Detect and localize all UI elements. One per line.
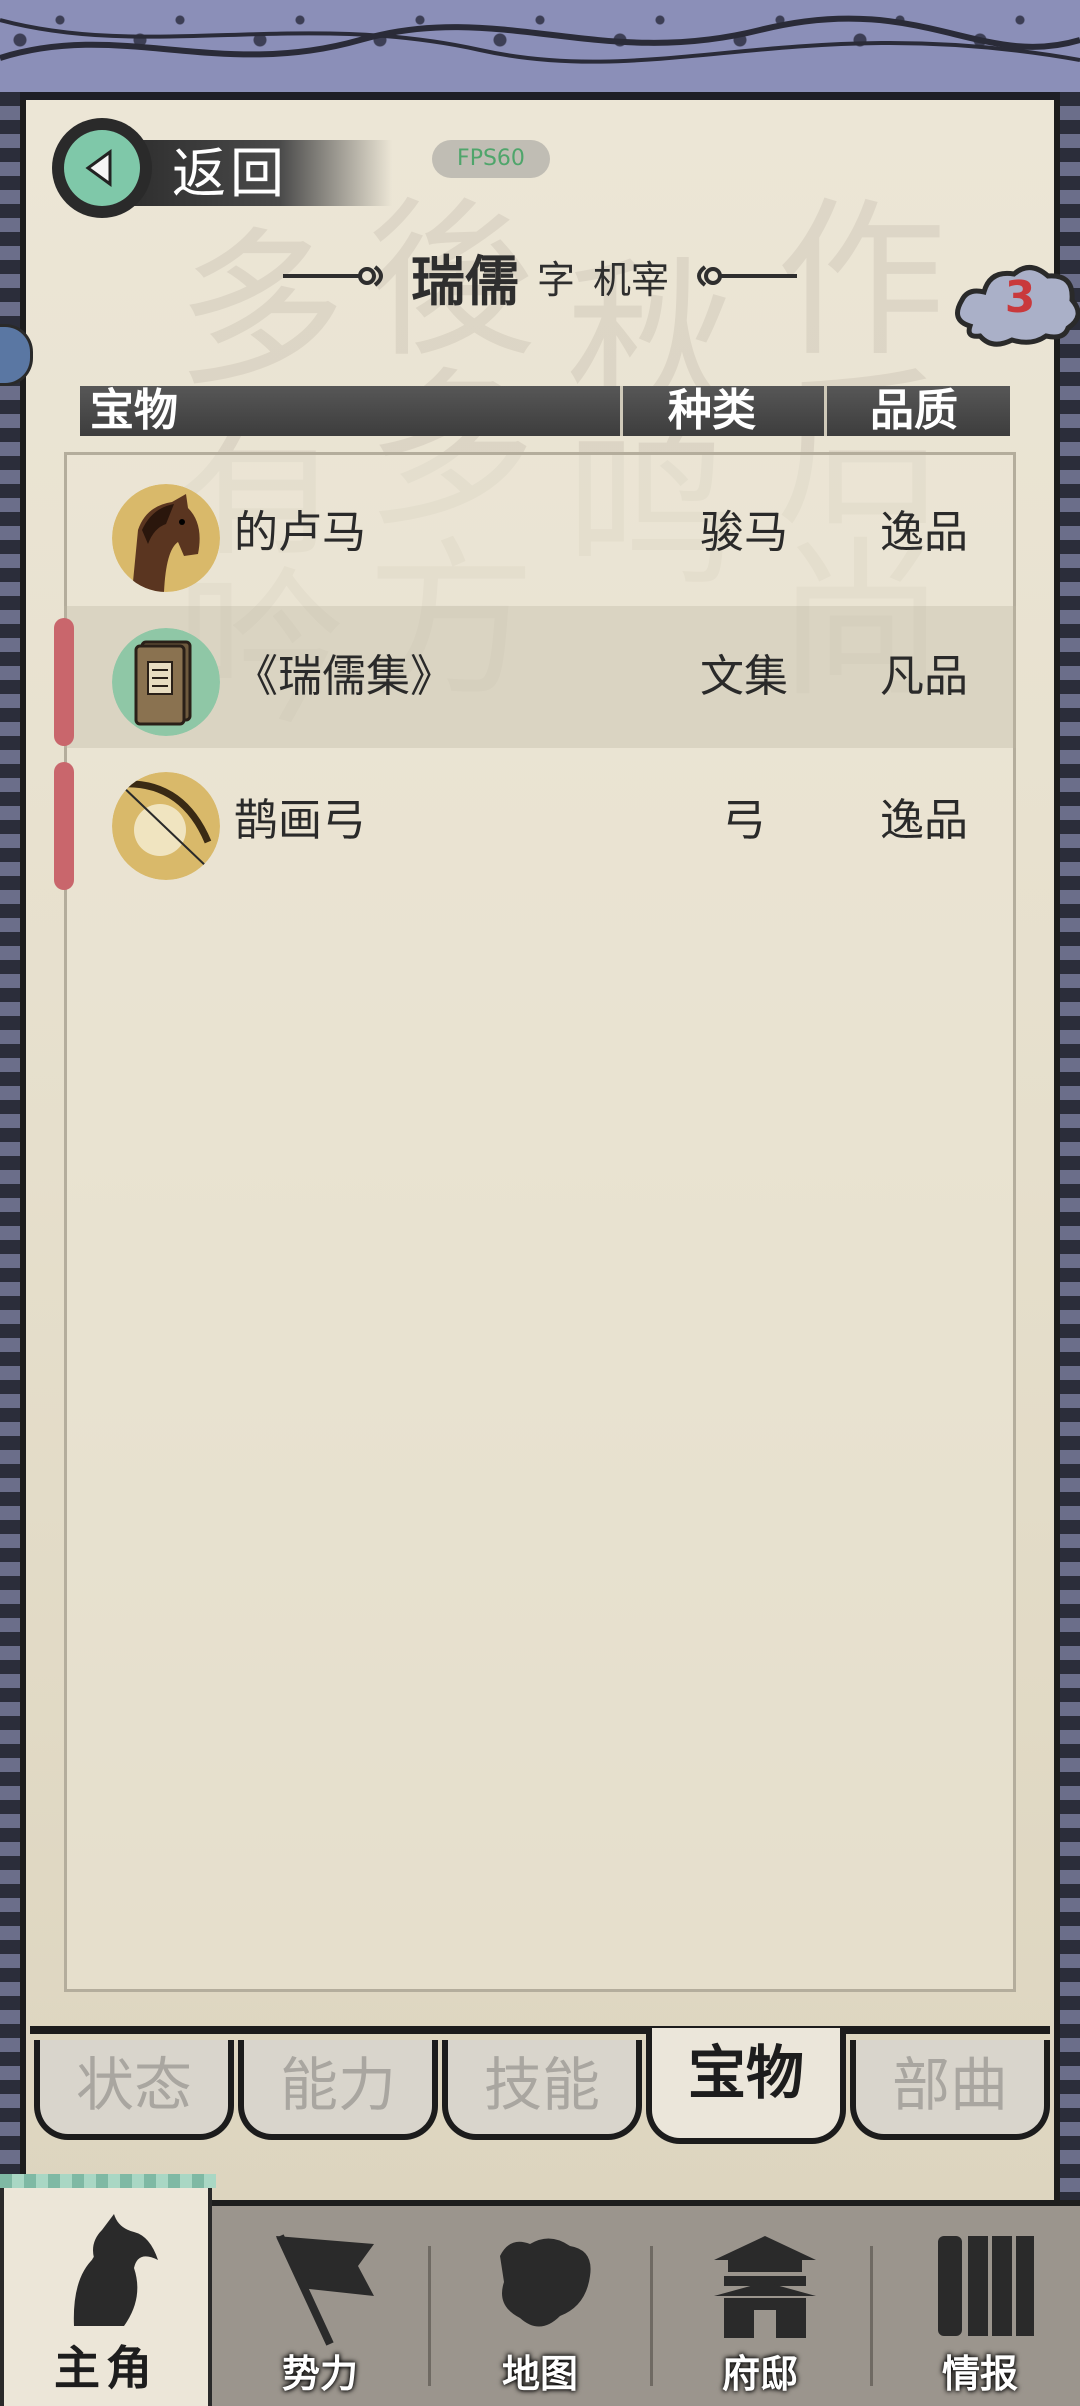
nav-divider bbox=[428, 2246, 431, 2386]
nav-intel-label: 情报 bbox=[941, 2352, 1018, 2396]
nav-map-label: 地图 bbox=[501, 2352, 578, 2396]
decorative-top-border bbox=[0, 0, 1080, 100]
map-icon bbox=[500, 2238, 591, 2327]
treasure-type: 骏马 bbox=[700, 507, 788, 558]
character-name: 瑞儒 bbox=[410, 249, 519, 313]
tab-abilities[interactable]: 能力 bbox=[238, 2040, 438, 2140]
courtesy-prefix: 字 bbox=[536, 257, 575, 302]
column-quality: 品质 bbox=[870, 385, 958, 436]
column-type: 种类 bbox=[668, 385, 756, 436]
fps-counter: FPS60 bbox=[432, 140, 550, 178]
treasure-name: 的卢马 bbox=[234, 507, 366, 558]
back-button-label: 返回 bbox=[172, 141, 288, 205]
nav-mansion-label: 府邸 bbox=[721, 2352, 798, 2396]
equipped-marker bbox=[54, 762, 74, 890]
flag-icon bbox=[276, 2234, 374, 2346]
tab-troops[interactable]: 部曲 bbox=[850, 2040, 1050, 2140]
nav-divider bbox=[870, 2246, 873, 2386]
scroll-icon bbox=[938, 2236, 1034, 2336]
treasure-name: 鹊画弓 bbox=[234, 795, 366, 846]
character-subtabs: 状态 能力 技能 宝物 部曲 bbox=[30, 2028, 1050, 2148]
treasure-type: 文集 bbox=[700, 651, 788, 702]
decorative-left-border bbox=[0, 92, 20, 2200]
table-header: 宝物 种类 品质 bbox=[80, 386, 1010, 436]
treasure-name: 《瑞儒集》 bbox=[234, 651, 454, 702]
tab-treasures[interactable]: 宝物 bbox=[646, 2028, 846, 2144]
back-arrow-icon bbox=[52, 118, 152, 218]
treasure-quality: 凡品 bbox=[880, 651, 968, 702]
notification-count: 3 bbox=[1004, 272, 1036, 323]
bottom-navigation: 主角 势力 地图 府邸 情报 bbox=[0, 2174, 1080, 2406]
treasure-row-bow[interactable]: 鹊画弓 弓 逸品 bbox=[54, 750, 1016, 892]
nav-hero[interactable]: 主角 bbox=[0, 2174, 216, 2406]
courtesy-name: 机宰 bbox=[593, 257, 670, 302]
treasure-quality: 逸品 bbox=[880, 507, 968, 558]
hero-portrait-icon bbox=[73, 2214, 158, 2326]
nav-map[interactable]: 地图 bbox=[440, 2206, 640, 2406]
nav-faction[interactable]: 势力 bbox=[220, 2206, 420, 2406]
equipped-marker bbox=[54, 618, 74, 746]
back-button[interactable]: 返回 bbox=[52, 118, 392, 218]
tab-status[interactable]: 状态 bbox=[34, 2040, 234, 2140]
nav-intel[interactable]: 情报 bbox=[880, 2206, 1080, 2406]
column-item: 宝物 bbox=[90, 385, 178, 436]
treasure-quality: 逸品 bbox=[880, 795, 968, 846]
nav-mansion[interactable]: 府邸 bbox=[660, 2206, 860, 2406]
treasure-row-horse[interactable]: 的卢马 骏马 逸品 bbox=[64, 462, 1016, 604]
mansion-icon bbox=[714, 2236, 816, 2338]
treasure-row-book[interactable]: 《瑞儒集》 文集 凡品 bbox=[54, 606, 1016, 748]
tab-skills[interactable]: 技能 bbox=[442, 2040, 642, 2140]
book-icon bbox=[112, 628, 220, 736]
decorative-right-border bbox=[1060, 92, 1080, 2200]
header-divider bbox=[620, 386, 623, 436]
treasure-type: 弓 bbox=[722, 795, 766, 846]
nav-divider bbox=[650, 2246, 653, 2386]
header-divider bbox=[824, 386, 827, 436]
right-ornament-icon bbox=[697, 265, 798, 287]
floral-pattern bbox=[0, 15, 1080, 64]
nav-faction-label: 势力 bbox=[281, 2352, 358, 2396]
character-name-header: 瑞儒 字 机宰 bbox=[240, 236, 840, 316]
nav-hero-label: 主角 bbox=[54, 2341, 158, 2395]
bow-icon bbox=[112, 772, 220, 880]
horse-icon bbox=[112, 484, 220, 592]
left-ornament-icon bbox=[282, 265, 383, 287]
